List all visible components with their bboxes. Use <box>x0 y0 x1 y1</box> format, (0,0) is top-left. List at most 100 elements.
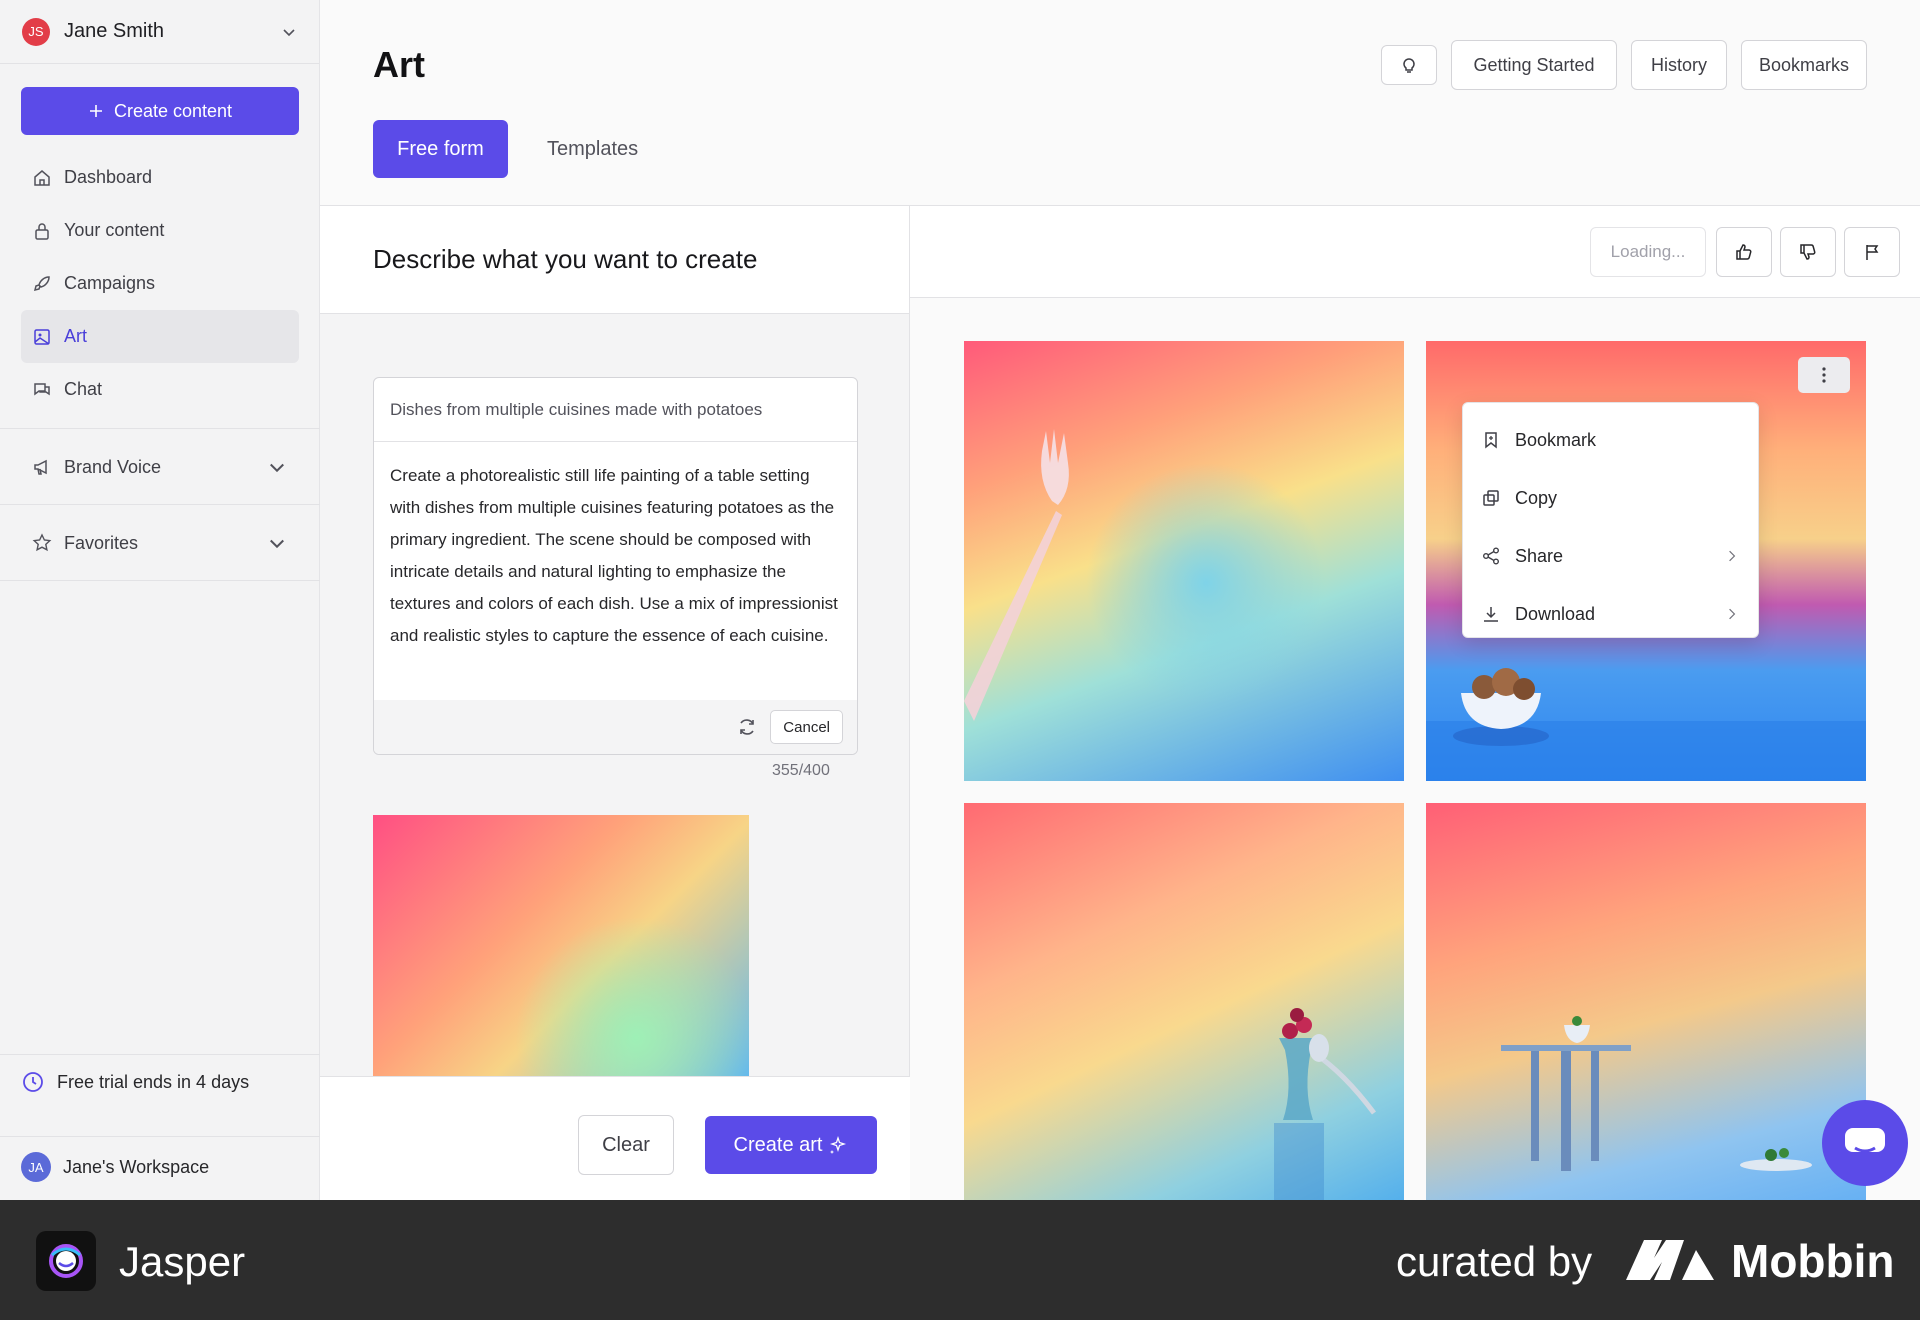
user-name: Jane Smith <box>64 20 165 42</box>
sidebar-item-label: Campaigns <box>64 273 156 293</box>
menu-item-copy[interactable]: Copy <box>1463 469 1758 527</box>
copy-icon <box>1483 490 1499 506</box>
chevron-down-icon <box>270 463 284 473</box>
sidebar-item-label: Chat <box>64 379 103 399</box>
create-content-label: Create content <box>113 100 233 121</box>
generated-image[interactable] <box>964 341 1404 781</box>
menu-item-label: Copy <box>1515 487 1558 508</box>
app-name: Jasper <box>119 1238 246 1285</box>
prompt-footer: Cancel <box>374 700 857 754</box>
character-counter: 355/400 <box>772 762 830 779</box>
more-options-button[interactable] <box>1798 357 1850 393</box>
loading-button: Loading... <box>1590 227 1706 277</box>
clock-icon <box>23 1072 43 1092</box>
pedestal-illustration <box>1501 1016 1812 1171</box>
menu-item-bookmark[interactable]: Bookmark <box>1463 411 1758 469</box>
chevron-down-icon <box>270 539 284 549</box>
jasper-logo <box>36 1231 96 1291</box>
chat-bubble-icon <box>1845 1128 1885 1153</box>
kebab-icon <box>1822 367 1826 383</box>
results-panel: Loading... <box>910 206 1920 1243</box>
sidebar-item-art[interactable]: Art <box>21 310 299 363</box>
lock-icon <box>35 222 49 240</box>
prompt-textarea[interactable]: Create a photorealistic still life paint… <box>374 442 857 670</box>
thumbs-up-icon <box>1736 244 1752 260</box>
image-context-menu: Bookmark Copy Share Download <box>1462 402 1759 638</box>
divider <box>0 1136 320 1137</box>
page-title: Art <box>373 44 425 85</box>
sidebar-item-chat[interactable]: Chat <box>21 363 299 416</box>
main-area: Art Getting Started History Bookmarks Fr… <box>320 0 1920 1243</box>
thumbs-down-button[interactable] <box>1780 227 1836 277</box>
menu-item-label: Bookmark <box>1515 429 1597 450</box>
sidebar-item-dashboard[interactable]: Dashboard <box>21 151 299 204</box>
clear-button[interactable]: Clear <box>578 1115 674 1175</box>
getting-started-button[interactable]: Getting Started <box>1451 40 1617 90</box>
workspace-switcher[interactable]: JA Jane's Workspace <box>21 1152 209 1182</box>
generated-image[interactable] <box>1426 803 1866 1243</box>
attribution-banner: Jasper curated by Mobbin <box>0 1200 1920 1320</box>
trial-notice[interactable]: Free trial ends in 4 days <box>21 1070 249 1094</box>
results-toolbar: Loading... <box>910 206 1920 298</box>
cancel-button[interactable]: Cancel <box>770 710 843 744</box>
sidebar-item-label: Art <box>64 326 88 346</box>
download-icon <box>1484 607 1498 622</box>
sidebar-item-your-content[interactable]: Your content <box>21 204 299 257</box>
divider <box>0 580 320 581</box>
thumbs-up-button[interactable] <box>1716 227 1772 277</box>
bookmark-icon <box>1485 432 1497 449</box>
favorites-section[interactable]: Favorites <box>21 518 299 568</box>
sidebar-item-campaigns[interactable]: Campaigns <box>21 257 299 310</box>
prompt-panel: Describe what you want to create Dishes … <box>320 206 910 1200</box>
share-icon <box>1483 547 1499 565</box>
lightbulb-icon <box>1403 58 1415 73</box>
chat-icon <box>34 382 50 395</box>
sidebar-item-label: Your content <box>64 220 165 240</box>
megaphone-icon <box>34 459 47 475</box>
prompt-title-input[interactable]: Dishes from multiple cuisines made with … <box>374 378 857 442</box>
tab-free-form[interactable]: Free form <box>373 120 508 178</box>
chevron-right-icon <box>1729 550 1736 562</box>
curated-by-text: curated by <box>1396 1238 1593 1285</box>
chevron-right-icon <box>1729 608 1736 620</box>
flag-button[interactable] <box>1844 227 1900 277</box>
mobbin-logo-icon <box>1626 1240 1714 1280</box>
sparkle-icon <box>830 1135 847 1154</box>
sidebar-item-label: Dashboard <box>64 167 153 187</box>
menu-item-share[interactable]: Share <box>1463 527 1758 585</box>
prompt-heading: Describe what you want to create <box>320 206 909 314</box>
home-icon <box>34 169 50 186</box>
favorites-label: Favorites <box>64 532 139 553</box>
star-icon <box>32 533 52 552</box>
sidebar: JS Jane Smith Create content Dashboard Y… <box>0 0 320 1200</box>
menu-item-label: Download <box>1515 603 1596 624</box>
chevron-down-icon <box>283 28 295 36</box>
bookmarks-button[interactable]: Bookmarks <box>1741 40 1867 90</box>
menu-item-label: Share <box>1515 545 1564 566</box>
generated-image[interactable] <box>964 803 1404 1243</box>
sidebar-nav: Dashboard Your content Campaigns Art Cha… <box>21 151 299 416</box>
divider <box>0 428 320 429</box>
history-button[interactable]: History <box>1631 40 1727 90</box>
menu-item-download[interactable]: Download <box>1463 585 1758 643</box>
fork-illustration <box>964 429 1069 721</box>
brand-name: Mobbin <box>1731 1235 1895 1287</box>
brand-voice-label: Brand Voice <box>64 456 162 477</box>
tab-templates[interactable]: Templates <box>547 120 638 178</box>
create-content-button[interactable]: Create content <box>21 87 299 135</box>
create-art-button[interactable]: Create art <box>705 1116 877 1174</box>
trial-text: Free trial ends in 4 days <box>57 1071 250 1092</box>
image-icon <box>34 328 50 345</box>
brand-voice-section[interactable]: Brand Voice <box>21 442 299 492</box>
divider <box>0 1054 320 1055</box>
workspace-name: Jane's Workspace <box>63 1156 210 1177</box>
refresh-icon[interactable] <box>736 716 758 738</box>
support-chat-button[interactable] <box>1822 1100 1908 1186</box>
rocket-icon <box>33 275 50 291</box>
prompt-card[interactable]: Dishes from multiple cuisines made with … <box>373 377 858 755</box>
divider <box>0 504 320 505</box>
tips-button[interactable] <box>1381 45 1437 85</box>
user-switcher[interactable]: JS Jane Smith <box>0 0 319 64</box>
workspace-avatar: JA <box>21 1152 51 1182</box>
plus-icon <box>89 105 102 117</box>
